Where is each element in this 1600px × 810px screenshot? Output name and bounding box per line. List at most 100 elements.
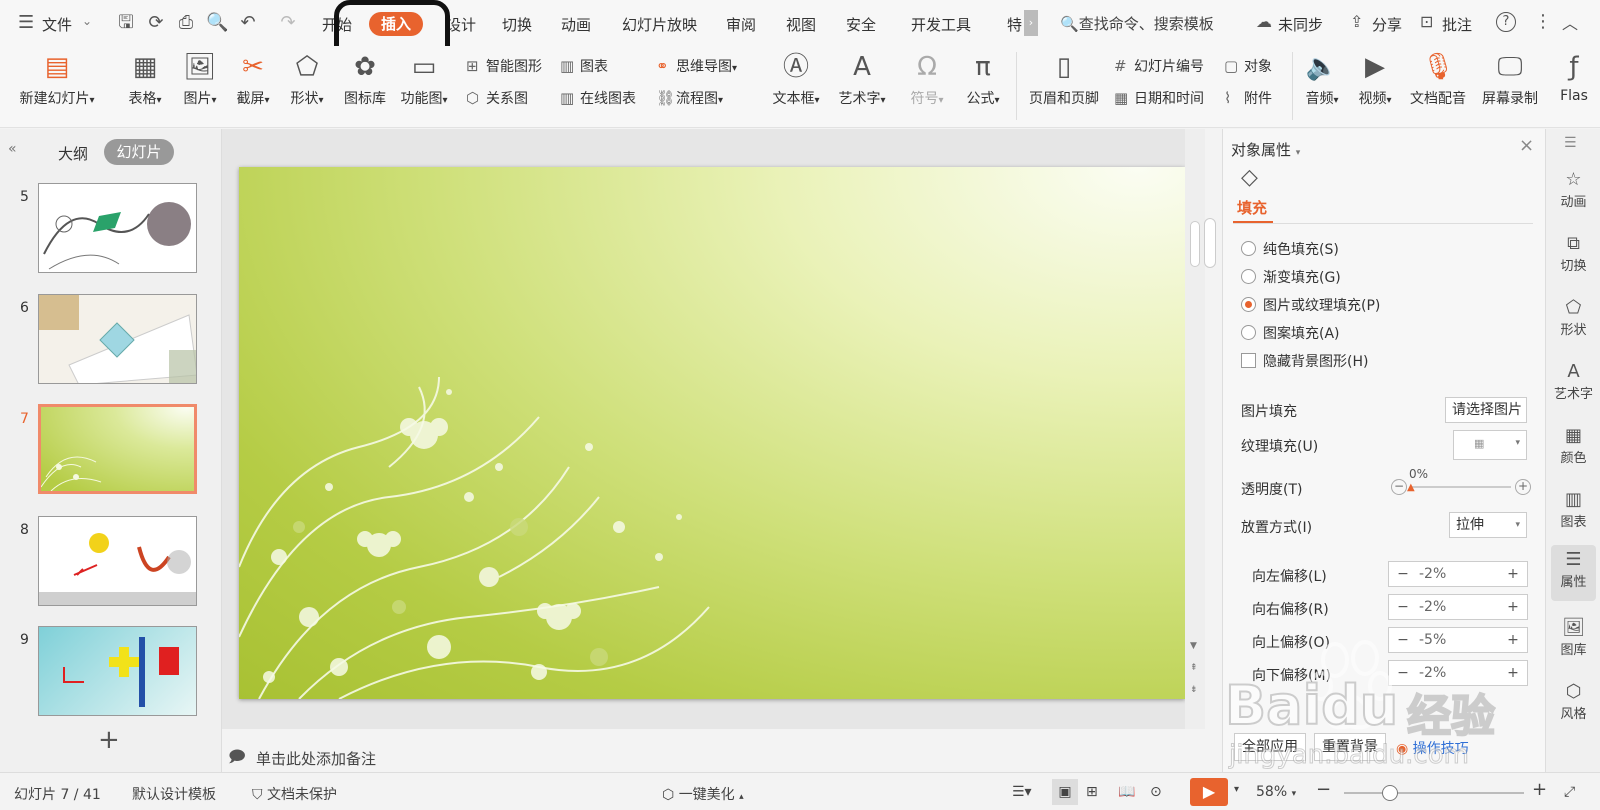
print-icon[interactable]: ⎙: [176, 13, 196, 33]
slide-thumbnail-9[interactable]: [38, 626, 197, 716]
textbox-button[interactable]: Ⓐ 文本框▾: [768, 50, 824, 108]
reading-view-icon[interactable]: 📖: [1118, 784, 1135, 800]
transparency-decrease[interactable]: −: [1391, 479, 1407, 495]
redo-icon[interactable]: ↷: [278, 13, 298, 33]
minus-icon[interactable]: −: [1391, 628, 1415, 652]
tab-slides[interactable]: 幻灯片: [104, 139, 174, 165]
collapse-panel-icon[interactable]: «: [8, 141, 17, 157]
minus-icon[interactable]: −: [1391, 595, 1415, 619]
tab-animation[interactable]: 动画: [561, 14, 591, 35]
strip-shape[interactable]: ⬠ 形状: [1546, 297, 1600, 338]
template-name[interactable]: 默认设计模板: [132, 784, 216, 804]
object-button[interactable]: ▢ 对象: [1224, 56, 1272, 76]
chevron-down-icon[interactable]: ⌄: [82, 14, 92, 28]
plus-icon[interactable]: +: [1501, 562, 1525, 586]
notes-area[interactable]: 🗩 单击此处添加备注: [222, 740, 1205, 772]
tab-special[interactable]: 特: [1007, 14, 1022, 35]
tab-developer[interactable]: 开发工具: [911, 14, 971, 35]
apply-all-button[interactable]: 全部应用: [1234, 733, 1306, 761]
radio-solid-fill[interactable]: 纯色填充(S): [1241, 239, 1339, 259]
presenter-view-icon[interactable]: ⊙: [1150, 784, 1162, 800]
panel-title[interactable]: 对象属性 ▾: [1231, 139, 1300, 160]
help-icon[interactable]: ?: [1496, 12, 1516, 32]
tab-view[interactable]: 视图: [786, 14, 816, 35]
radio-picture-texture-fill[interactable]: 图片或纹理填充(P): [1241, 295, 1380, 315]
symbol-button[interactable]: Ω 符号▾: [904, 50, 950, 108]
zoom-in-icon[interactable]: +: [1532, 779, 1547, 800]
mind-map-button[interactable]: ⚭ 思维导图▾: [656, 56, 737, 76]
formula-button[interactable]: π 公式▾: [960, 50, 1006, 108]
tab-design[interactable]: 设计: [446, 14, 476, 35]
offset-left-stepper[interactable]: − -2% +: [1388, 561, 1528, 587]
slide-sorter-icon[interactable]: ⊞: [1086, 784, 1098, 800]
add-slide-icon[interactable]: +: [98, 725, 120, 755]
relation-chart-button[interactable]: ⬡ 关系图: [466, 88, 528, 108]
preview-icon[interactable]: 🔍: [206, 13, 228, 33]
video-button[interactable]: ▶ 视频▾: [1352, 50, 1398, 108]
new-slide-button[interactable]: ▤ 新建幻灯片▾: [12, 50, 102, 108]
offset-top-stepper[interactable]: − -5% +: [1388, 627, 1528, 653]
zoom-out-icon[interactable]: −: [1316, 779, 1331, 800]
play-slideshow-button[interactable]: ▶: [1190, 778, 1228, 806]
strip-gallery[interactable]: 🖼 图库: [1546, 617, 1600, 658]
tips-link[interactable]: ◉ 操作技巧: [1396, 738, 1469, 758]
collapse-ribbon-icon[interactable]: ︿: [1562, 10, 1578, 34]
strip-chart[interactable]: ▥ 图表: [1546, 489, 1600, 530]
tab-slideshow[interactable]: 幻灯片放映: [622, 14, 697, 35]
tab-security[interactable]: 安全: [846, 14, 876, 35]
minus-icon[interactable]: −: [1391, 661, 1415, 685]
normal-view-icon[interactable]: ▣: [1052, 779, 1078, 805]
strip-transition[interactable]: ⧉ 切换: [1546, 233, 1600, 274]
attachment-button[interactable]: ⌇ 附件: [1224, 88, 1272, 108]
undo-icon[interactable]: ↶: [238, 13, 258, 33]
transparency-handle[interactable]: ▲: [1407, 482, 1415, 493]
transparency-increase[interactable]: +: [1515, 479, 1531, 495]
slideshow-options-icon[interactable]: ▾: [1234, 784, 1239, 795]
strip-menu-icon[interactable]: ☰: [1564, 135, 1577, 151]
panel-scrollbar[interactable]: [1204, 218, 1216, 268]
word-art-button[interactable]: A 艺术字▾: [834, 50, 890, 108]
function-chart-button[interactable]: ▭ 功能图▾: [396, 50, 452, 108]
picture-button[interactable]: 🖼 图片▾: [176, 50, 224, 108]
reset-background-button[interactable]: 重置背景: [1314, 733, 1386, 761]
slide-thumbnail-5[interactable]: [38, 183, 197, 273]
zoom-level[interactable]: 58% ▾: [1256, 784, 1296, 800]
vertical-scrollbar[interactable]: ▼ ⇞ ⇟: [1185, 129, 1205, 729]
hamburger-icon[interactable]: ☰: [18, 12, 34, 33]
plus-icon[interactable]: +: [1501, 661, 1525, 685]
tab-outline[interactable]: 大纲: [58, 143, 88, 164]
minus-icon[interactable]: −: [1391, 562, 1415, 586]
strip-word-art[interactable]: A 艺术字: [1546, 361, 1600, 402]
offset-bottom-stepper[interactable]: − -2% +: [1388, 660, 1528, 686]
plus-icon[interactable]: +: [1501, 628, 1525, 652]
share-button[interactable]: 分享: [1372, 14, 1402, 35]
strip-style[interactable]: ⬡ 风格: [1546, 681, 1600, 722]
next-slide-icon[interactable]: ⇟: [1190, 685, 1198, 695]
export-icon[interactable]: ⟳: [146, 13, 166, 33]
more-icon[interactable]: ⋮: [1534, 11, 1552, 32]
flash-button[interactable]: ƒ Flas: [1554, 50, 1594, 104]
strip-color[interactable]: ▦ 颜色: [1546, 425, 1600, 466]
header-footer-button[interactable]: ▯ 页眉和页脚: [1024, 50, 1104, 108]
online-chart-button[interactable]: ▥ 在线图表: [560, 88, 636, 108]
hide-background-checkbox[interactable]: 隐藏背景图形(H): [1241, 351, 1368, 371]
slide-number-button[interactable]: # 幻灯片编号: [1114, 56, 1204, 76]
notes-toggle-icon[interactable]: ☰▾: [1012, 784, 1032, 800]
save-icon[interactable]: 🖫: [116, 13, 136, 33]
file-menu[interactable]: 文件: [42, 14, 72, 35]
screen-record-button[interactable]: 🖵 屏幕录制: [1478, 50, 1542, 108]
scroll-thumb[interactable]: [1190, 221, 1200, 267]
strip-properties[interactable]: ☰ 属性: [1551, 545, 1596, 601]
zoom-slider-handle[interactable]: [1382, 785, 1398, 801]
prev-slide-icon[interactable]: ⇞: [1190, 663, 1198, 673]
tab-fill[interactable]: 填充: [1237, 197, 1267, 218]
current-slide[interactable]: [239, 167, 1185, 699]
strip-animation[interactable]: ☆ 动画: [1546, 169, 1600, 210]
offset-right-stepper[interactable]: − -2% +: [1388, 594, 1528, 620]
tab-review[interactable]: 审阅: [726, 14, 756, 35]
slide-thumbnail-8[interactable]: [38, 516, 197, 606]
table-button[interactable]: ▦ 表格▾: [122, 50, 168, 108]
smart-art-button[interactable]: ⊞ 智能图形: [466, 56, 542, 76]
audio-button[interactable]: 🔈 音频▾: [1300, 50, 1344, 108]
radio-pattern-fill[interactable]: 图案填充(A): [1241, 323, 1340, 343]
